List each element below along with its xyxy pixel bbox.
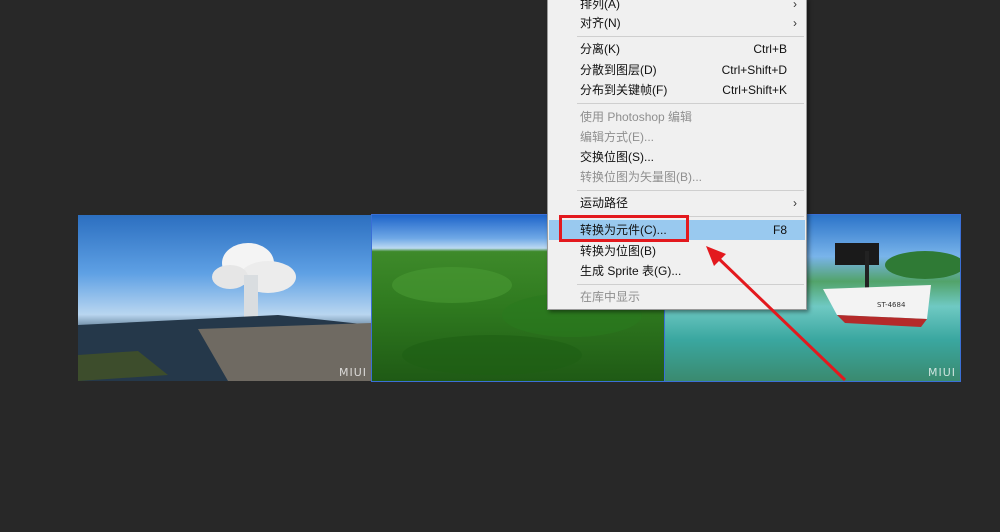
annotation-arrow <box>706 246 847 382</box>
